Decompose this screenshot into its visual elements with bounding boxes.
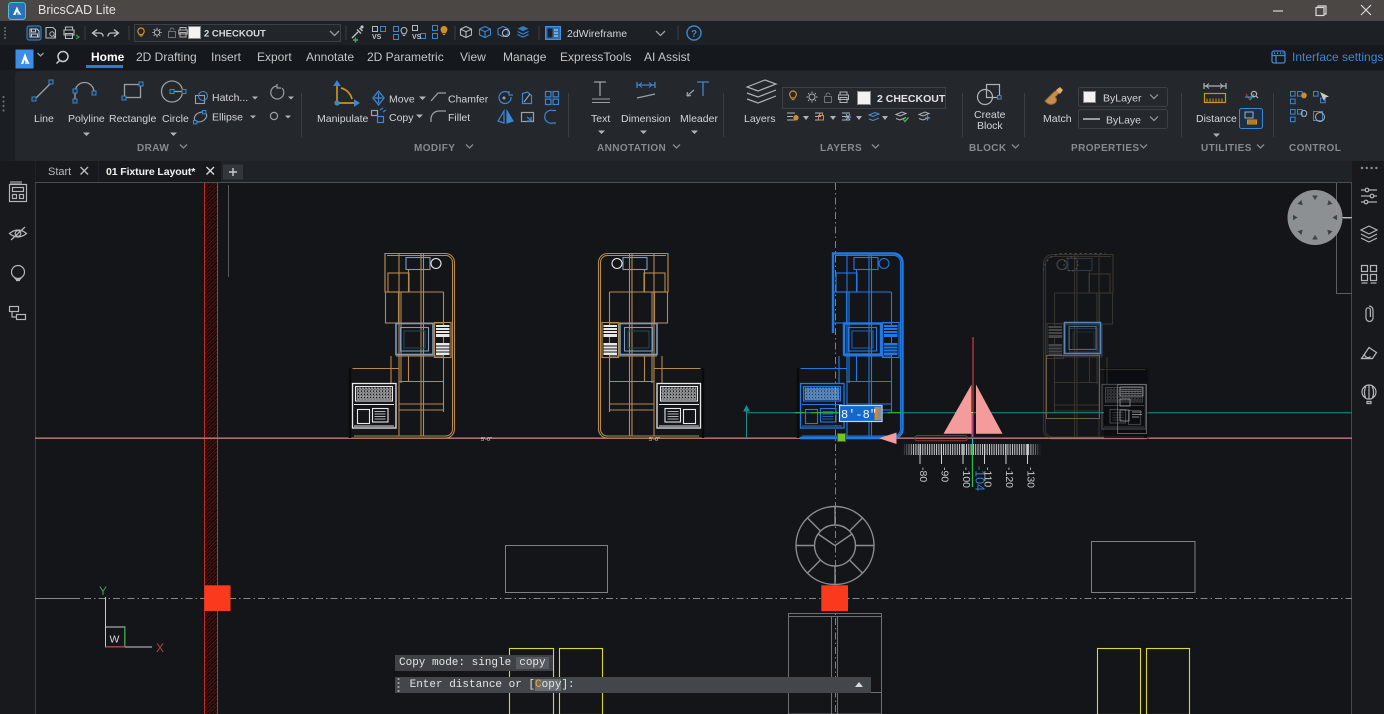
svg-text:ByLaye: ByLaye [1106, 115, 1141, 127]
svg-text:BLOCK: BLOCK [969, 143, 1007, 154]
svg-text:Fillet: Fillet [448, 112, 470, 124]
svg-text:Hatch...: Hatch... [212, 92, 248, 104]
svg-text:-80: -80 [917, 467, 929, 482]
svg-text:Manipulate: Manipulate [317, 113, 369, 125]
svg-text:Layers: Layers [744, 113, 776, 125]
svg-text:LAYERS: LAYERS [820, 143, 862, 154]
svg-text:Y: Y [99, 584, 107, 598]
svg-text:Dimension: Dimension [621, 113, 671, 125]
svg-text:VS: VS [412, 34, 422, 41]
svg-text:Circle: Circle [162, 113, 189, 125]
svg-text:Copy: Copy [389, 112, 414, 124]
svg-text:CONTROL: CONTROL [1289, 143, 1341, 154]
svg-text:-90: -90 [939, 467, 951, 482]
svg-text:Text: Text [591, 113, 610, 125]
svg-text:01 Fixture Layout*: 01 Fixture Layout* [106, 166, 196, 178]
svg-text:Rectangle: Rectangle [109, 113, 156, 125]
svg-text:W: W [110, 634, 120, 646]
svg-text:ANNOTATION: ANNOTATION [597, 143, 666, 154]
svg-text:2dWireframe: 2dWireframe [567, 28, 627, 40]
svg-text:2 CHECKOUT: 2 CHECKOUT [877, 93, 946, 105]
svg-text:Move: Move [389, 94, 415, 106]
svg-text:VS: VS [372, 34, 382, 41]
svg-text:8'-8": 8'-8" [841, 408, 877, 422]
svg-text:Line: Line [34, 113, 54, 125]
svg-text:Start: Start [48, 166, 71, 178]
svg-text:DRAW: DRAW [137, 143, 169, 154]
svg-text:2 CHECKOUT: 2 CHECKOUT [204, 29, 266, 40]
svg-text:5'-0": 5'-0" [649, 437, 660, 443]
svg-text:-120: -120 [1003, 467, 1015, 488]
svg-text:-130: -130 [1025, 467, 1037, 488]
svg-text:Polyline: Polyline [68, 113, 105, 125]
svg-text:Match: Match [1043, 113, 1072, 125]
svg-text:Chamfer: Chamfer [448, 94, 489, 106]
svg-text:?: ? [691, 29, 697, 40]
svg-text:Ellipse: Ellipse [212, 112, 243, 124]
svg-text:5'-0": 5'-0" [481, 437, 492, 443]
svg-text:ByLayer: ByLayer [1103, 93, 1142, 105]
svg-text:PROPERTIES: PROPERTIES [1071, 143, 1139, 154]
svg-text:Distance: Distance [1196, 113, 1237, 125]
svg-text:MODIFY: MODIFY [414, 143, 455, 154]
svg-text:Block: Block [977, 120, 1003, 132]
svg-text:X: X [156, 641, 164, 655]
svg-text:UTILITIES: UTILITIES [1201, 143, 1252, 154]
svg-text:-100: -100 [960, 467, 972, 488]
svg-text:Mleader: Mleader [680, 113, 718, 125]
svg-text:-104: -104 [973, 466, 987, 491]
